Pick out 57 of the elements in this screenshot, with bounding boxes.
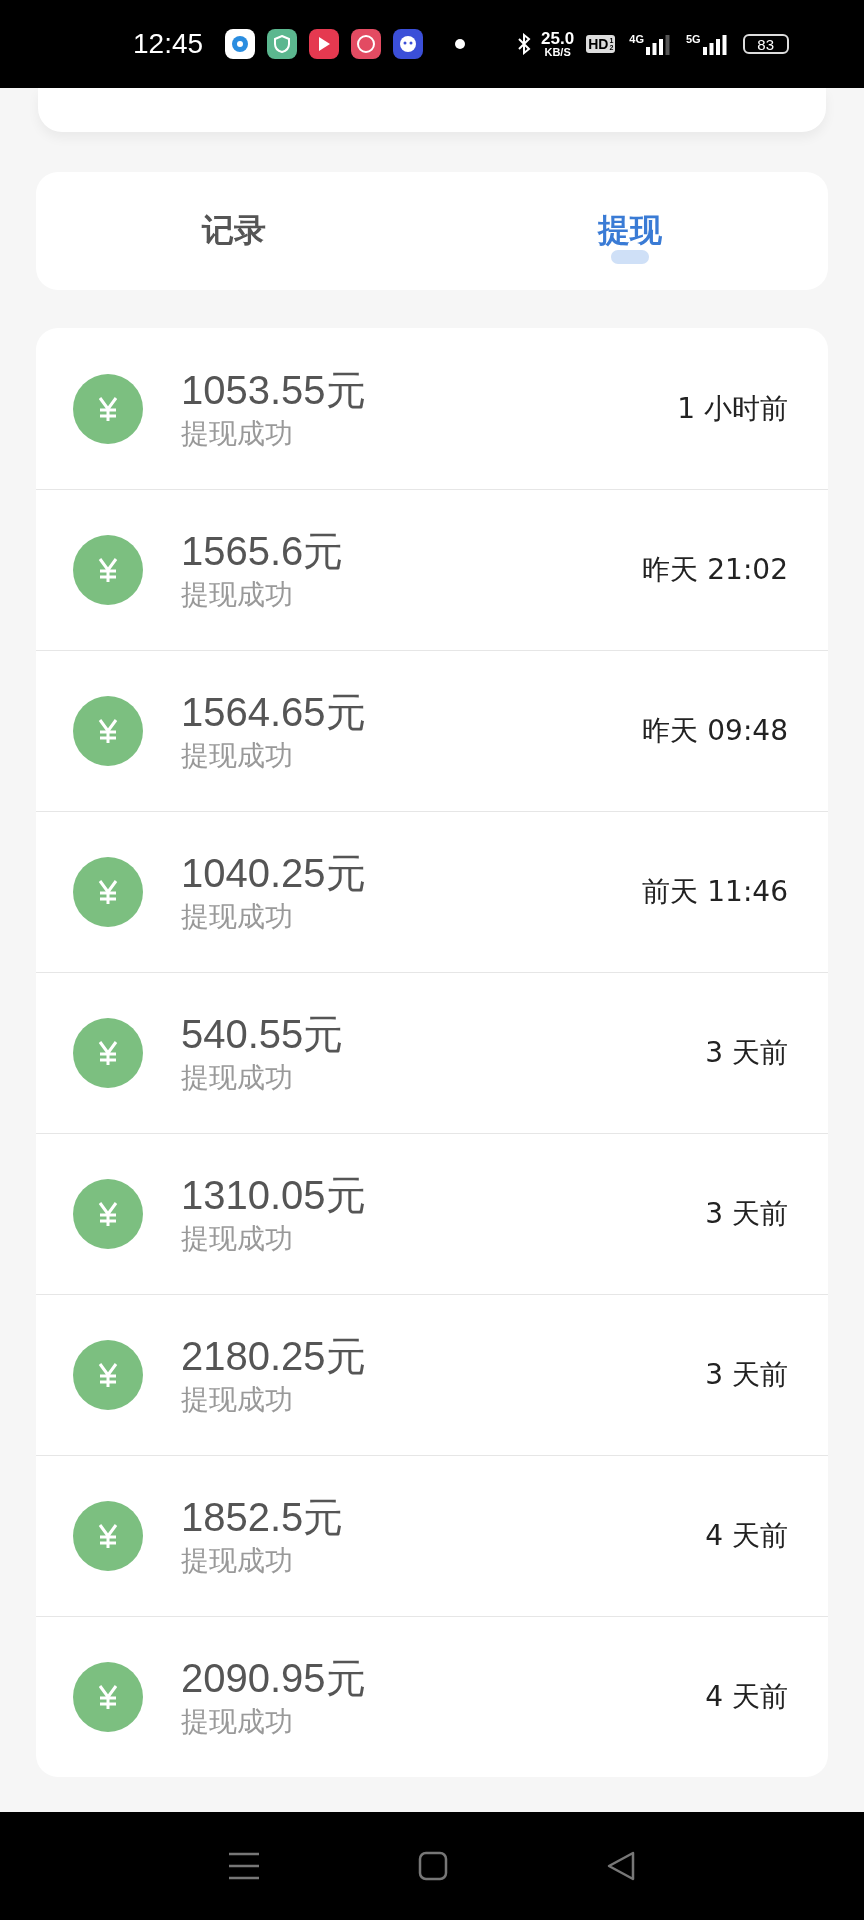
speed-unit: KB/S [544,47,571,58]
status-text: 提现成功 [181,415,294,452]
yen-icon [73,535,143,605]
time-text: 昨天 21:02 [642,552,788,588]
yen-icon [73,857,143,927]
signal-icon [646,33,672,55]
status-text: 提现成功 [181,899,294,935]
amount-text: 2180.25元 [181,1333,367,1380]
yen-icon [73,373,143,444]
amount-text: 1053.55元 [181,366,367,414]
time-text: 1 小时前 [677,390,788,427]
time-text: 3 天前 [705,1357,788,1393]
play-icon [309,29,340,59]
time-text: 3 天前 [705,1035,788,1071]
amount-text: 1564.65元 [181,689,367,736]
network-label: 4G [629,33,644,45]
home-icon[interactable] [418,1851,448,1881]
back-icon[interactable] [606,1851,635,1881]
ghost-icon [393,29,424,59]
yen-icon [73,1179,143,1249]
status-text: 提现成功 [181,1382,294,1418]
time-text: 前天 11:46 [642,874,788,910]
yen-icon [73,1340,143,1410]
app-notification-icon [225,29,256,59]
time-text: 昨天 09:48 [642,713,788,749]
tab[interactable]: 记录 [36,172,432,290]
yen-icon [73,1662,143,1732]
amount-text: 1852.5元 [181,1494,345,1541]
status-text: 提现成功 [181,738,294,774]
tab[interactable]: 提现 [432,172,828,290]
status-time: 12:45 [133,28,204,60]
network-speed: 25.0 [541,30,575,47]
amount-text: 2090.95元 [181,1655,367,1702]
menu-icon[interactable] [229,1852,260,1880]
time-text: 4 天前 [705,1679,788,1715]
status-text: 提现成功 [181,577,294,613]
status-text: 提现成功 [181,1704,294,1740]
status-text: 提现成功 [181,1060,294,1096]
amount-text: 1565.6元 [181,528,345,575]
yen-icon [73,1501,143,1571]
amount-text: 540.55元 [181,1011,345,1058]
tab-indicator [611,250,649,264]
app-notification-icon [351,29,382,59]
time-text: 4 天前 [705,1518,788,1554]
status-text: 提现成功 [181,1221,294,1257]
shield-icon [267,29,298,59]
amount-text: 1040.25元 [181,850,367,897]
network-label: 5G [686,33,701,45]
battery-indicator: 83 [742,34,789,54]
amount-text: 1310.05元 [181,1172,367,1219]
status-text: 提现成功 [181,1543,294,1579]
signal-icon [702,33,729,55]
yen-icon [73,696,143,766]
bluetooth-icon [517,33,532,55]
yen-icon [73,1018,143,1088]
notification-dot [455,39,466,49]
time-text: 3 天前 [705,1196,788,1232]
